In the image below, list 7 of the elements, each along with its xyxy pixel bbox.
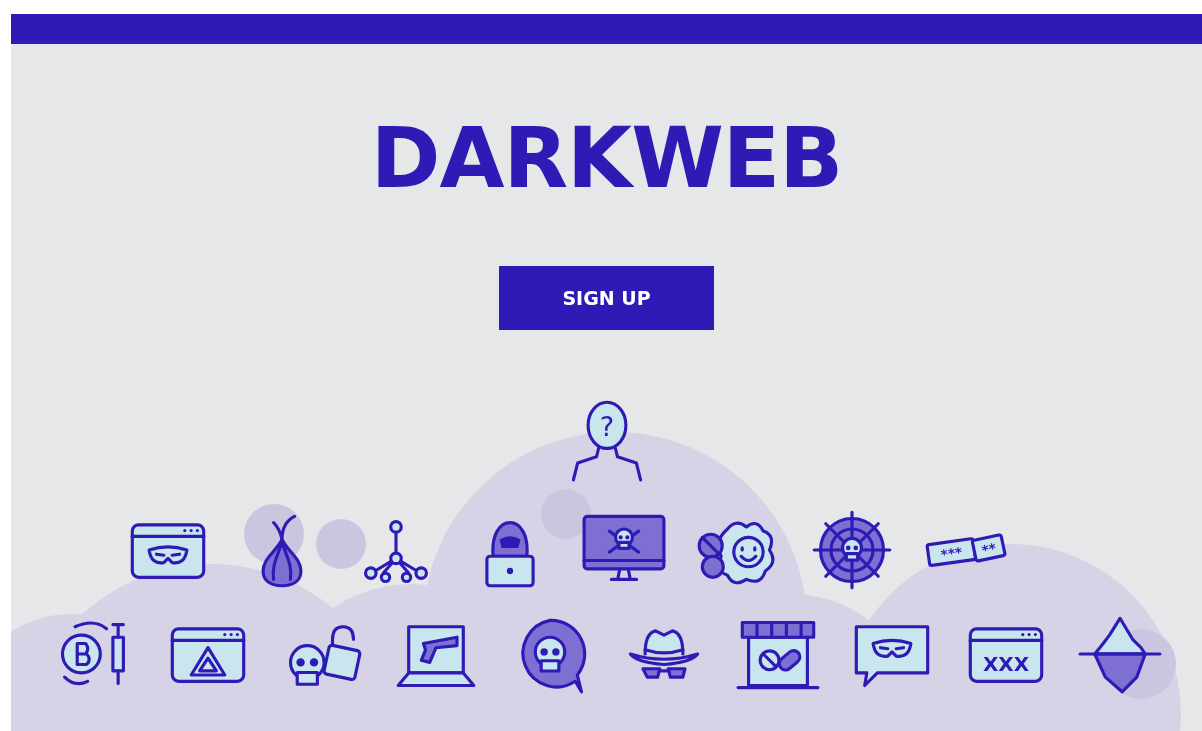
password-mask-text: ** <box>979 539 998 559</box>
browser-label-text: XXX <box>982 651 1029 676</box>
sign-up-button[interactable]: SIGN UP <box>499 266 714 330</box>
page-title: DARKWEB <box>370 116 843 200</box>
password-mask-text: *** <box>939 544 963 563</box>
background-circle <box>316 519 366 569</box>
background-circle <box>541 489 591 539</box>
